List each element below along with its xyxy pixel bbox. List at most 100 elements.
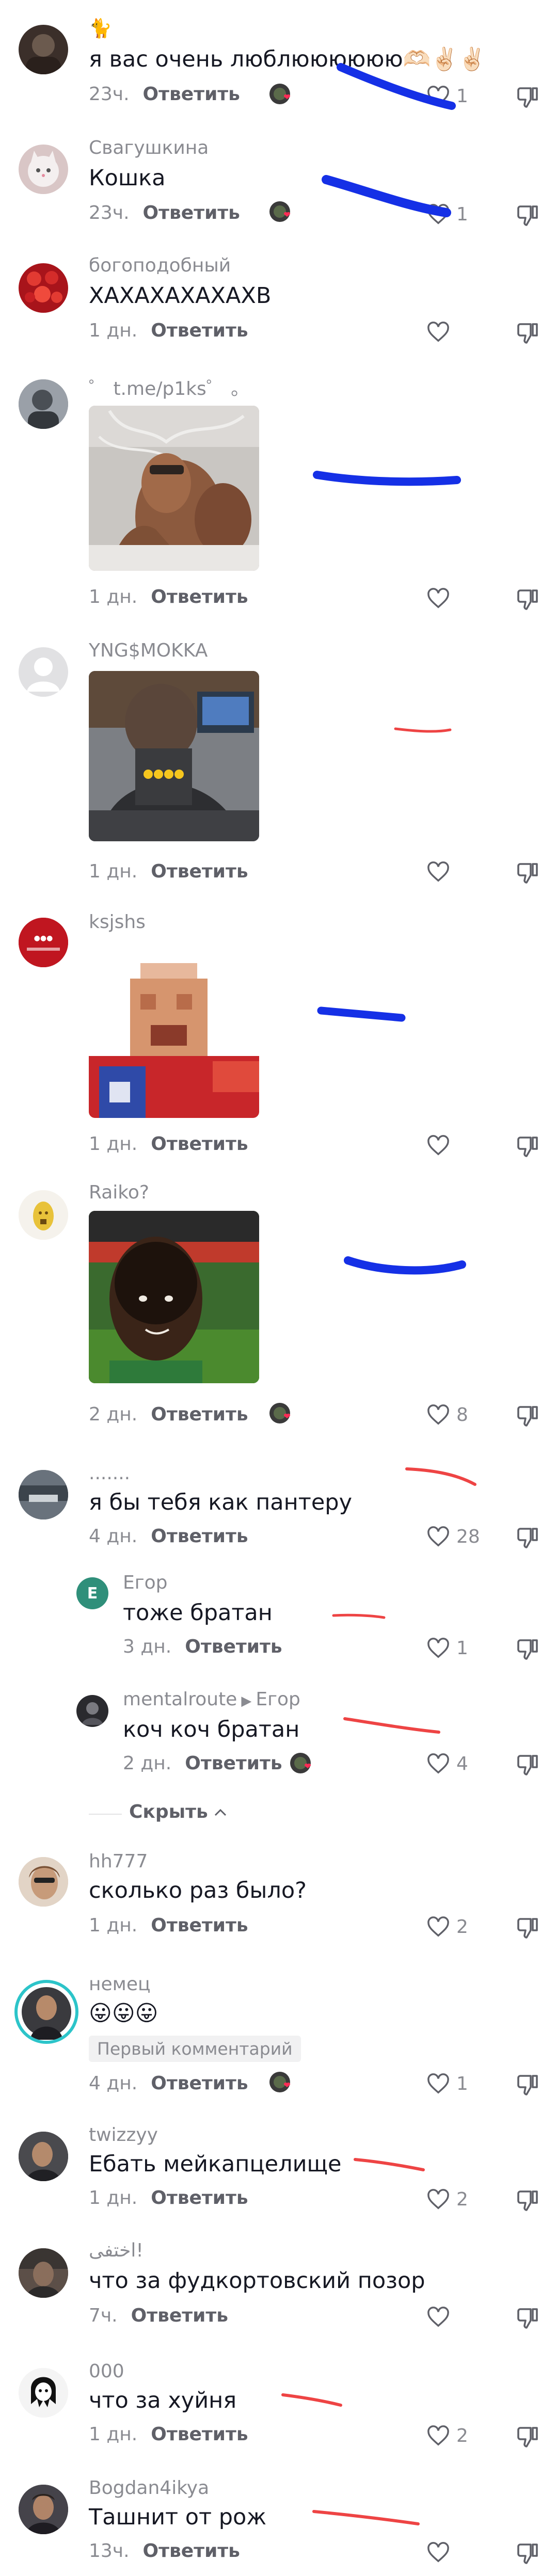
comment-username[interactable]: Свагушкина	[89, 137, 209, 158]
avatar[interactable]	[19, 25, 68, 74]
avatar[interactable]: E	[76, 1577, 108, 1609]
like-button[interactable]	[426, 321, 450, 343]
dislike-icon[interactable]	[516, 203, 541, 228]
reply-author[interactable]: mentalroute	[123, 1689, 237, 1710]
comment-username[interactable]: ゜ t.me/p1ks゜ 。	[89, 374, 249, 401]
avatar[interactable]	[19, 263, 68, 313]
dislike-icon[interactable]	[516, 321, 541, 346]
reply-button[interactable]: Ответить	[151, 586, 248, 607]
reply-button[interactable]: Ответить	[151, 2424, 248, 2445]
avatar[interactable]	[19, 647, 68, 697]
reply-button[interactable]: Ответить	[143, 202, 240, 223]
dislike-icon[interactable]	[516, 1134, 541, 1159]
avatar[interactable]	[14, 1980, 78, 2044]
like-button[interactable]: 2	[426, 2425, 468, 2446]
avatar[interactable]	[19, 1857, 68, 1907]
comment-text: я вас очень люблюююююю🫶🏻✌🏻✌🏻	[89, 46, 486, 72]
like-button[interactable]: 1	[426, 1637, 468, 1659]
dislike-icon[interactable]	[516, 2425, 541, 2450]
reply-button[interactable]: Ответить	[151, 1915, 248, 1936]
reply-button[interactable]: Ответить	[151, 1133, 248, 1155]
avatar[interactable]	[76, 1695, 108, 1727]
like-button[interactable]: 2	[426, 2188, 468, 2210]
comment-text: сколько раз было?	[89, 1878, 307, 1903]
like-count: 2	[456, 2188, 468, 2210]
comment-username[interactable]: اختفى!	[89, 2240, 144, 2261]
reply-button[interactable]: Ответить	[151, 320, 248, 341]
comment-username[interactable]: .......	[89, 1463, 130, 1484]
dislike-icon[interactable]	[516, 1916, 541, 1941]
like-button[interactable]	[426, 2306, 450, 2328]
comment-username[interactable]: 🐈	[89, 18, 112, 39]
dislike-icon[interactable]	[516, 1404, 541, 1429]
dislike-icon[interactable]	[516, 861, 541, 886]
creator-liked-icon	[268, 1402, 293, 1427]
comment-username[interactable]: Bogdan4ikya	[89, 2477, 209, 2499]
blue-scribble	[317, 1006, 406, 1022]
avatar[interactable]	[19, 2248, 68, 2298]
like-button[interactable]	[426, 2541, 450, 2563]
like-button[interactable]: 28	[426, 1526, 480, 1547]
dislike-icon[interactable]	[516, 1753, 541, 1778]
reply-button[interactable]: Ответить	[185, 1753, 282, 1774]
comment-image[interactable]	[89, 406, 259, 571]
comment-username[interactable]: ksjshs	[89, 911, 146, 933]
comment-username[interactable]: богоподобный	[89, 255, 231, 276]
reply-button[interactable]: Ответить	[151, 2073, 248, 2094]
like-button[interactable]: 1	[426, 85, 468, 107]
comment-meta: 4 дн. Ответить	[89, 1526, 248, 1547]
dislike-icon[interactable]	[516, 85, 541, 110]
comment-username[interactable]: YNG$MOKKA	[89, 640, 208, 661]
reply-target[interactable]: Егор	[256, 1689, 300, 1710]
like-button[interactable]	[426, 861, 450, 883]
like-button[interactable]	[426, 587, 450, 609]
comment-username[interactable]: 000	[89, 2361, 124, 2382]
reply-button[interactable]: Ответить	[151, 1526, 248, 1547]
avatar[interactable]	[19, 2132, 68, 2181]
hide-replies-label: Скрыть	[129, 1801, 208, 1822]
avatar[interactable]	[19, 145, 68, 194]
dislike-icon[interactable]	[516, 1526, 541, 1550]
reply-button[interactable]: Ответить	[151, 1404, 248, 1425]
comment-image[interactable]	[89, 963, 259, 1118]
comment-time: 1 дн.	[89, 1133, 138, 1155]
like-button[interactable]: 8	[426, 1404, 468, 1426]
avatar[interactable]: ●●●	[19, 918, 68, 967]
reply-button[interactable]: Ответить	[185, 1636, 282, 1657]
creator-liked-icon	[289, 1752, 314, 1777]
comment-image[interactable]	[89, 1211, 259, 1383]
reply-button[interactable]: Ответить	[151, 861, 248, 882]
reply-button[interactable]: Ответить	[151, 2187, 248, 2209]
comment-text: Ташнит от рож	[89, 2504, 267, 2530]
dislike-icon[interactable]	[516, 2188, 541, 2213]
avatar[interactable]	[19, 1190, 68, 1240]
heart-icon	[427, 588, 449, 609]
comment-image[interactable]	[89, 671, 259, 841]
like-button[interactable]: 1	[426, 2073, 468, 2094]
dislike-icon[interactable]	[516, 587, 541, 612]
like-button[interactable]: 2	[426, 1916, 468, 1938]
comment-username[interactable]: Егор	[123, 1572, 168, 1593]
comment-time: 13ч.	[89, 2540, 130, 2562]
dislike-icon[interactable]	[516, 2541, 541, 2566]
avatar[interactable]	[19, 2485, 68, 2534]
like-button[interactable]: 1	[426, 203, 468, 225]
dislike-icon[interactable]	[516, 1637, 541, 1662]
comment-time: 23ч.	[89, 84, 130, 105]
comment-username[interactable]: Raiko?	[89, 1182, 149, 1203]
comment-username[interactable]: twizzyy	[89, 2124, 158, 2146]
comment-username[interactable]: mentalroute ▶ Егор	[123, 1689, 300, 1710]
like-button[interactable]: 4	[426, 1753, 468, 1774]
reply-button[interactable]: Ответить	[131, 2305, 228, 2326]
reply-button[interactable]: Ответить	[143, 2540, 240, 2562]
reply-button[interactable]: Ответить	[143, 84, 240, 105]
comment-username[interactable]: hh777	[89, 1851, 148, 1872]
dislike-icon[interactable]	[516, 2073, 541, 2098]
dislike-icon[interactable]	[516, 2306, 541, 2331]
avatar[interactable]	[19, 1470, 68, 1519]
comment-username[interactable]: немец	[89, 1974, 151, 1995]
like-button[interactable]	[426, 1134, 450, 1156]
hide-replies-button[interactable]: Скрыть	[129, 1801, 228, 1822]
avatar[interactable]	[19, 2368, 68, 2418]
avatar[interactable]	[19, 379, 68, 429]
